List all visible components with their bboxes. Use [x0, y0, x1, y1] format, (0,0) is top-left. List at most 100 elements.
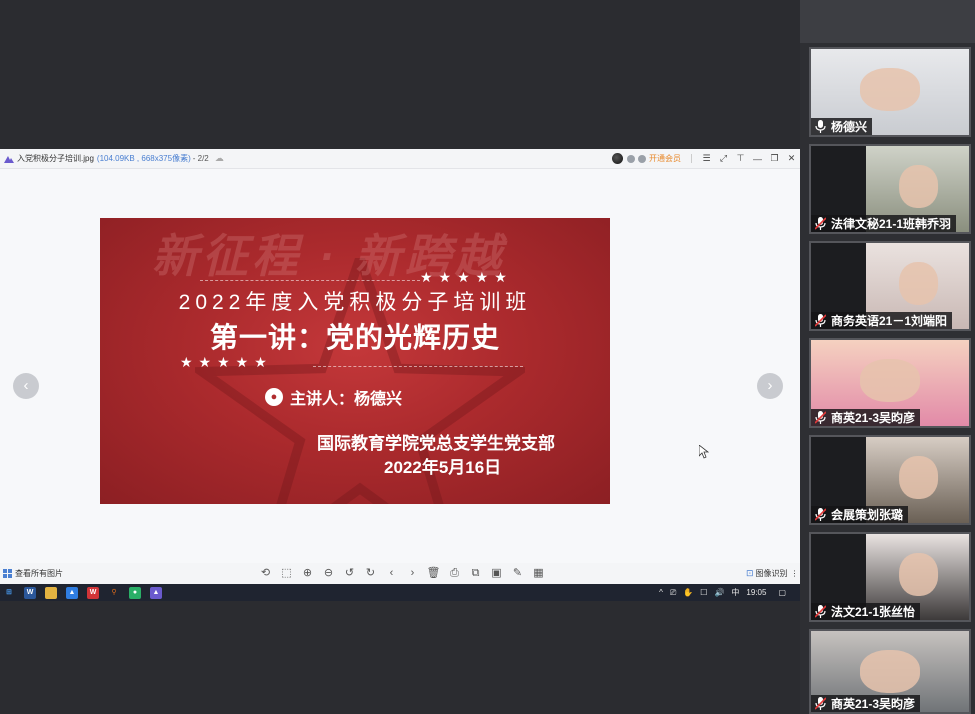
page-counter: - 2/2 — [192, 154, 209, 163]
next-icon[interactable]: › — [402, 567, 423, 580]
stars-decoration: ★★★★★ — [420, 269, 513, 285]
divider — [691, 154, 692, 163]
participant-namebar: 商务英语21－1刘端阳 — [811, 312, 953, 329]
slide-image: 新征程 · 新跨越 ★★★★★ 2022年度入党积极分子培训班 第一讲：党的光辉… — [100, 218, 610, 504]
image-canvas[interactable]: ‹ › 新征程 · 新跨越 ★★★★★ 2022年度入党积极分子培训班 第一讲：… — [0, 169, 800, 563]
folder-icon[interactable]: ▬ — [45, 586, 57, 599]
image-viewer-titlebar: 入党积极分子培训.jpg (104.09KB , 668x375像素) - 2/… — [0, 149, 800, 169]
participant-tile[interactable]: 法律文秘21-1班韩乔羽 — [809, 144, 971, 234]
participant-face — [859, 358, 921, 402]
system-tray: ^ ⎚ ✋ ☐ 🔊 中 19:05 ▢ — [652, 584, 786, 601]
dashed-divider — [200, 280, 420, 281]
clock[interactable]: 19:05 — [746, 588, 766, 597]
word-icon[interactable]: W — [24, 586, 36, 599]
stars-decoration: ★★★★★ — [180, 354, 273, 370]
previous-icon[interactable]: ‹ — [381, 567, 402, 580]
pin-button[interactable]: ⊤ — [732, 153, 749, 164]
participant-face — [898, 164, 939, 208]
participant-face — [859, 649, 921, 693]
grid-icon[interactable] — [3, 569, 12, 578]
slide-subtitle: 第一讲：党的光辉历史 — [209, 322, 500, 353]
slide-title: 2022年度入党积极分子培训班 — [178, 291, 532, 314]
wps-icon[interactable]: W — [87, 586, 99, 599]
participant-name: 会展策划张璐 — [831, 508, 904, 522]
shield-icon[interactable] — [638, 154, 646, 163]
image-viewer-toolbar: 查看所有图片 ⟲ ⬚ ⊕ ⊖ ↺ ↻ ‹ › 🗑 ⎙ ⧉ ▣ ✎ ▦ ⊡ 图像识… — [0, 563, 800, 584]
edit-icon[interactable]: ✎ — [507, 567, 528, 580]
windows-taskbar: ⊞ W ▬ ▲ W ⚲ ● ▲ ^ ⎚ ✋ ☐ 🔊 中 19:05 ▢ — [0, 584, 800, 601]
restore-button[interactable]: ❐ — [766, 153, 783, 164]
mic-muted-icon — [815, 217, 826, 230]
print-icon[interactable]: ⎙ — [444, 567, 465, 580]
participant-panel-header — [800, 0, 975, 43]
settings-icon[interactable] — [627, 154, 635, 163]
zoom-out-icon[interactable]: ⊖ — [318, 567, 339, 580]
ime-indicator[interactable]: 中 — [731, 587, 739, 598]
tray-expand-icon[interactable]: ^ — [659, 588, 663, 597]
image-viewer-icon[interactable]: ▲ — [150, 586, 162, 599]
participant-tile[interactable]: 会展策划张璐 — [809, 435, 971, 525]
participant-name: 杨德兴 — [831, 120, 868, 134]
volume-icon[interactable]: 🔊 — [714, 588, 724, 597]
wechat-icon[interactable]: ● — [129, 586, 141, 599]
slide-speaker: ● 主讲人：杨德兴 — [265, 385, 402, 409]
participant-name: 商务英语21－1刘端阳 — [831, 314, 948, 328]
participant-tile[interactable]: 商务英语21－1刘端阳 — [809, 241, 971, 331]
photos-icon[interactable]: ▲ — [66, 586, 78, 599]
zoom-in-icon[interactable]: ⊕ — [297, 567, 318, 580]
more-icon[interactable]: ⋮ — [791, 569, 799, 578]
mic-muted-icon — [815, 411, 826, 424]
minimize-button[interactable]: — — [749, 154, 766, 164]
start-icon[interactable]: ⊞ — [3, 587, 15, 599]
mic-muted-icon — [815, 697, 826, 710]
search-icon[interactable]: ⚲ — [108, 587, 120, 599]
participant-face — [898, 455, 939, 499]
copy-icon[interactable]: ⧉ — [465, 567, 486, 580]
fit-screen-icon[interactable]: ⬚ — [276, 567, 297, 580]
previous-image-button[interactable]: ‹ — [13, 373, 39, 399]
close-button[interactable]: ✕ — [783, 153, 800, 164]
network-icon[interactable]: ☐ — [700, 588, 707, 597]
dashed-divider — [313, 366, 523, 367]
participant-name: 商英21-3吴昀彦 — [831, 697, 916, 711]
image-viewer-app-icon — [4, 155, 14, 163]
participant-name: 法律文秘21-1班韩乔羽 — [831, 217, 952, 231]
tool-buttons: ⟲ ⬚ ⊕ ⊖ ↺ ↻ ‹ › 🗑 ⎙ ⧉ ▣ ✎ ▦ — [255, 567, 549, 580]
speaker-text: 主讲人：杨德兴 — [290, 391, 403, 408]
view-all-images-link[interactable]: 查看所有图片 — [15, 568, 63, 579]
participant-namebar: 杨德兴 — [811, 118, 873, 135]
file-name: 入党积极分子培训.jpg — [17, 154, 94, 163]
rotate-left-icon[interactable]: ↺ — [339, 567, 360, 580]
participant-namebar: 会展策划张璐 — [811, 506, 909, 523]
tray-device-icon[interactable]: ⎚ — [670, 588, 676, 598]
fullscreen-button[interactable]: ⤢ — [715, 153, 732, 164]
user-avatar[interactable] — [612, 153, 623, 164]
file-meta: (104.09KB , 668x375像素) — [96, 154, 191, 163]
mic-muted-icon — [815, 508, 826, 521]
participant-tile[interactable]: 商英21-3吴昀彦 — [809, 629, 971, 714]
participant-face — [898, 261, 939, 305]
cloud-sync-icon[interactable]: ☁ — [215, 153, 224, 164]
crop-icon[interactable]: ▣ — [486, 567, 507, 580]
next-image-button[interactable]: › — [757, 373, 783, 399]
apps-icon[interactable]: ▦ — [528, 567, 549, 580]
image-recognition-label[interactable]: 图像识别 — [756, 568, 788, 579]
vip-button[interactable]: 开通会员 — [649, 153, 681, 164]
tray-hand-icon[interactable]: ✋ — [683, 588, 693, 597]
notification-icon[interactable]: ▢ — [778, 588, 786, 597]
rotate-tool-icon[interactable]: ⟲ — [255, 567, 276, 580]
participant-tile[interactable]: 商英21-3吴昀彦 — [809, 338, 971, 428]
participant-namebar: 法律文秘21-1班韩乔羽 — [811, 215, 957, 232]
slide-date: 2022年5月16日 — [384, 458, 502, 477]
participant-namebar: 法文21-1张丝怡 — [811, 603, 921, 620]
participant-tile[interactable]: 法文21-1张丝怡 — [809, 532, 971, 622]
menu-button[interactable]: ☰ — [698, 153, 715, 164]
participant-tile[interactable]: 杨德兴 — [809, 47, 971, 137]
rotate-right-icon[interactable]: ↻ — [360, 567, 381, 580]
mic-muted-icon — [815, 605, 826, 618]
participant-name: 商英21-3吴昀彦 — [831, 411, 916, 425]
shared-screen: 入党积极分子培训.jpg (104.09KB , 668x375像素) - 2/… — [0, 149, 800, 584]
delete-icon[interactable]: 🗑 — [423, 567, 444, 580]
meeting-window: 入党积极分子培训.jpg (104.09KB , 668x375像素) - 2/… — [0, 0, 975, 714]
image-recognition[interactable]: ⊡ 图像识别 ⋮ — [746, 568, 799, 579]
